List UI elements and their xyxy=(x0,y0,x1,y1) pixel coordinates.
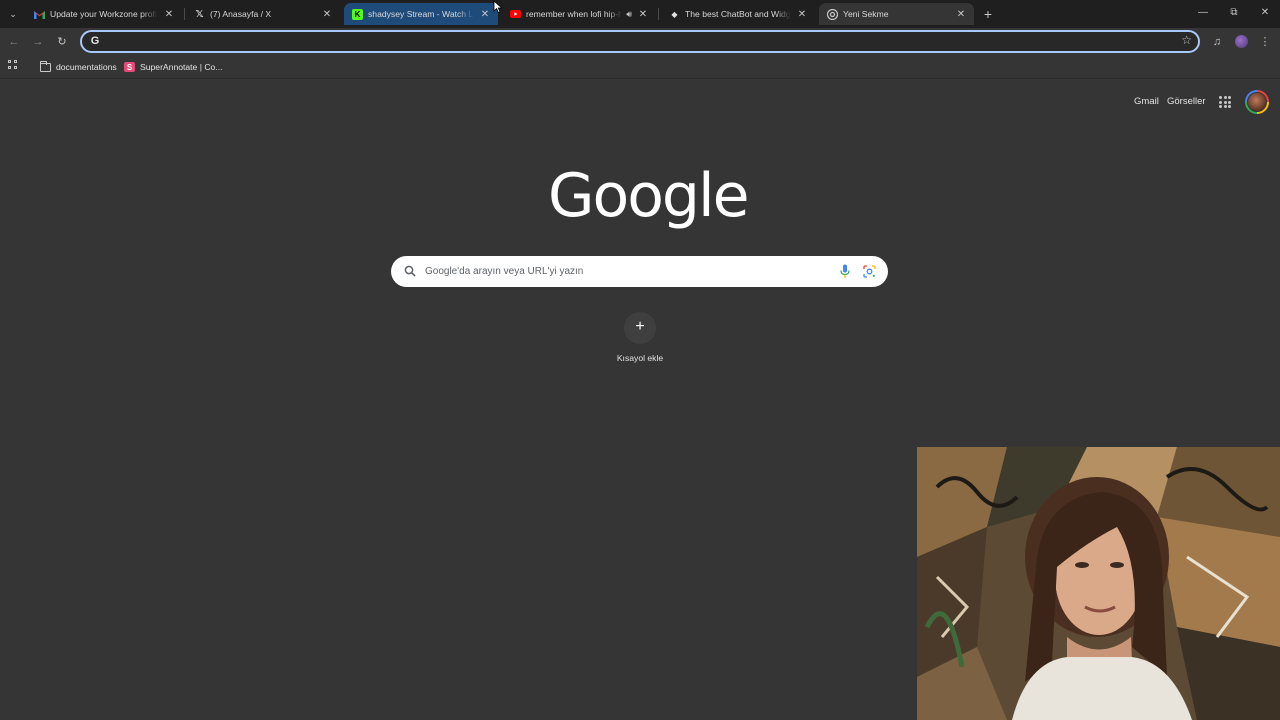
webcam-overlay xyxy=(917,447,1280,720)
close-icon[interactable]: ✕ xyxy=(478,7,492,21)
reload-button[interactable]: ↻ xyxy=(54,34,70,50)
tab-x[interactable]: 𝕏 (7) Anasayfa / X ✕ xyxy=(186,3,340,25)
tab-new-tab[interactable]: Yeni Sekme ✕ xyxy=(819,3,974,25)
youtube-icon xyxy=(510,9,521,20)
search-box[interactable] xyxy=(391,256,888,287)
plus-icon: + xyxy=(635,318,645,335)
close-window-button[interactable]: ✕ xyxy=(1256,5,1274,21)
minimize-button[interactable]: — xyxy=(1194,5,1212,21)
tab-title: Update your Workzone profile xyxy=(50,9,158,19)
tab-title: (7) Anasayfa / X xyxy=(210,9,272,19)
tab-title: shadysey Stream - Watch Live xyxy=(368,9,474,19)
folder-icon xyxy=(40,60,51,72)
tab-gmail[interactable]: Update your Workzone profile ✕ xyxy=(26,3,182,25)
new-tab-button[interactable]: + xyxy=(980,6,996,22)
tab-separator xyxy=(184,8,185,20)
gmail-link[interactable]: Gmail xyxy=(1134,96,1159,107)
speaker-icon[interactable]: 🔊︎ xyxy=(626,9,632,20)
bookmark-superannotate[interactable]: S SuperAnnotate | Co... xyxy=(124,59,223,75)
webcam-video-frame xyxy=(917,447,1280,720)
kick-icon: K xyxy=(352,8,363,20)
close-icon[interactable]: ✕ xyxy=(162,7,176,21)
forward-button[interactable]: → xyxy=(30,34,46,50)
tab-title: The best ChatBot and Widgets xyxy=(685,9,791,19)
tab-title: Yeni Sekme xyxy=(843,9,889,19)
superannotate-icon: S xyxy=(124,62,135,72)
google-logo: Google xyxy=(548,161,750,231)
add-shortcut-label: Kısayol ekle xyxy=(616,353,664,363)
search-input[interactable] xyxy=(425,263,825,280)
address-input[interactable] xyxy=(108,33,1168,50)
tab-chatbot[interactable]: ◆ The best ChatBot and Widgets ✕ xyxy=(661,3,815,25)
apps-shortcut-icon[interactable] xyxy=(8,60,20,72)
profile-icon[interactable] xyxy=(1235,35,1248,48)
chevron-down-icon: ⌄ xyxy=(9,8,17,19)
chatbot-icon: ◆ xyxy=(671,9,678,19)
add-shortcut-button[interactable]: + xyxy=(624,312,656,344)
google-apps-icon[interactable] xyxy=(1219,96,1231,108)
toolbar: ← → ↻ G ☆ ♫ ⋮ xyxy=(0,28,1280,55)
mouse-cursor-icon xyxy=(493,0,503,14)
bookmark-label: SuperAnnotate | Co... xyxy=(140,62,223,72)
google-lens-icon[interactable] xyxy=(863,265,876,278)
bookmark-star-icon[interactable]: ☆ xyxy=(1181,33,1192,47)
gmail-icon xyxy=(34,9,45,20)
images-link[interactable]: Görseller xyxy=(1167,96,1206,107)
media-controls-icon[interactable]: ♫ xyxy=(1209,34,1225,50)
x-icon: 𝕏 xyxy=(195,8,204,20)
bookmark-documentations[interactable]: documentations xyxy=(40,59,117,75)
restore-button[interactable]: ⧉ xyxy=(1225,5,1243,21)
microphone-icon[interactable] xyxy=(840,264,850,279)
close-icon[interactable]: ✕ xyxy=(954,7,968,21)
tab-kick[interactable]: K shadysey Stream - Watch Live ✕ xyxy=(344,3,498,25)
chrome-icon xyxy=(827,8,838,20)
close-icon[interactable]: ✕ xyxy=(320,7,334,21)
tab-search-button[interactable]: ⌄ xyxy=(4,5,22,23)
close-icon[interactable]: ✕ xyxy=(636,7,650,21)
tab-separator xyxy=(658,8,659,20)
bookmark-label: documentations xyxy=(56,62,117,72)
tab-youtube[interactable]: remember when lofi hip-hop 🔊︎ ✕ xyxy=(502,3,656,25)
bookmarks-bar: documentations S SuperAnnotate | Co... xyxy=(0,55,1280,79)
tab-title: remember when lofi hip-hop xyxy=(526,9,623,19)
account-avatar[interactable] xyxy=(1245,90,1269,114)
tab-strip: ⌄ Update your Workzone profile ✕ 𝕏 (7) A… xyxy=(0,0,1280,28)
close-icon[interactable]: ✕ xyxy=(795,7,809,21)
search-icon xyxy=(404,265,416,277)
google-g-icon: G xyxy=(90,35,100,47)
address-bar[interactable]: G ☆ xyxy=(80,30,1200,53)
back-button[interactable]: ← xyxy=(6,34,22,50)
menu-icon[interactable]: ⋮ xyxy=(1257,34,1273,50)
